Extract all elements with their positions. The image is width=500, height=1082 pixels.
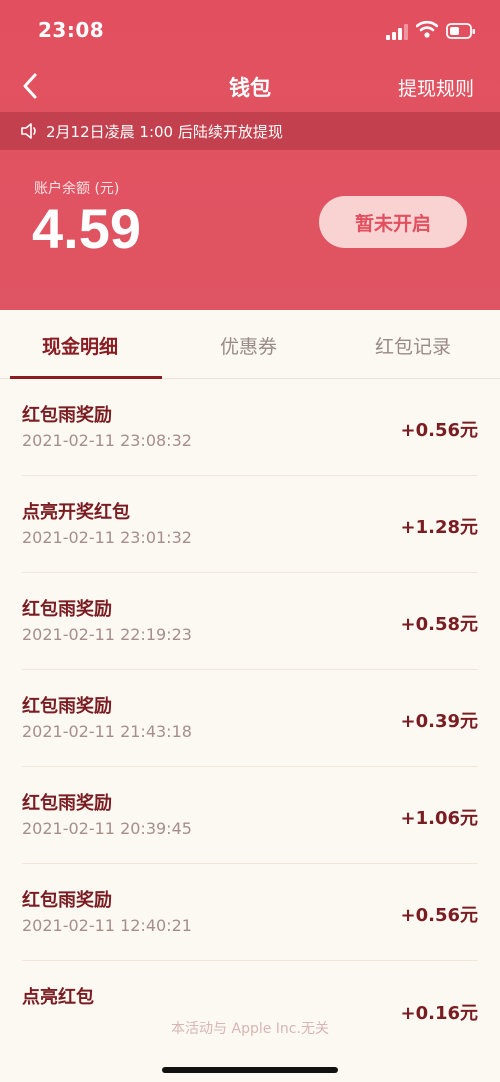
record-amount: +0.39元 — [400, 711, 479, 732]
record-title: 点亮红包 — [22, 987, 94, 1008]
list-item[interactable]: 点亮红包 +0.16元 — [22, 961, 478, 1057]
record-title: 红包雨奖励 — [22, 793, 112, 814]
record-date: 2021-02-11 20:39:45 — [22, 819, 192, 838]
record-date: 2021-02-11 23:01:32 — [22, 528, 192, 547]
tab-red-packet-records[interactable]: 红包记录 — [375, 332, 451, 359]
record-amount: +1.28元 — [400, 517, 479, 538]
status-time: 23:08 — [38, 18, 105, 42]
record-title: 红包雨奖励 — [22, 696, 112, 717]
battery-icon — [446, 23, 475, 39]
nav-bar: 钱包 提现规则 — [0, 62, 500, 110]
list-item[interactable]: 红包雨奖励 2021-02-11 12:40:21 +0.56元 — [22, 864, 478, 961]
list-item[interactable]: 红包雨奖励 2021-02-11 23:08:32 +0.56元 — [22, 379, 478, 476]
notice-text: 2月12日凌晨 1:00 后陆续开放提现 — [46, 123, 283, 141]
record-title: 红包雨奖励 — [22, 599, 112, 620]
list-item[interactable]: 红包雨奖励 2021-02-11 22:19:23 +0.58元 — [22, 573, 478, 670]
record-date: 2021-02-11 22:19:23 — [22, 625, 192, 644]
list-item[interactable]: 红包雨奖励 2021-02-11 20:39:45 +1.06元 — [22, 767, 478, 864]
record-title: 红包雨奖励 — [22, 405, 112, 426]
tab-coupons[interactable]: 优惠券 — [220, 332, 277, 359]
signal-icon — [386, 24, 408, 40]
record-amount: +1.06元 — [400, 808, 479, 829]
withdraw-button[interactable]: 暂未开启 — [319, 196, 467, 248]
tab-bar: 现金明细 优惠券 红包记录 — [0, 310, 500, 379]
status-bar: 23:08 — [0, 0, 500, 62]
record-title: 点亮开奖红包 — [22, 502, 130, 523]
balance-amount: 4.59 — [32, 197, 141, 260]
record-title: 红包雨奖励 — [22, 890, 112, 911]
record-amount: +0.56元 — [400, 905, 479, 926]
list-item[interactable]: 红包雨奖励 2021-02-11 21:43:18 +0.39元 — [22, 670, 478, 767]
wifi-icon — [416, 20, 438, 38]
notice-bar: 2月12日凌晨 1:00 后陆续开放提现 — [0, 112, 500, 150]
list-item[interactable]: 点亮开奖红包 2021-02-11 23:01:32 +1.28元 — [22, 476, 478, 573]
speaker-icon — [21, 123, 36, 139]
tab-cash-details[interactable]: 现金明细 — [42, 332, 118, 359]
record-date: 2021-02-11 21:43:18 — [22, 722, 192, 741]
record-amount: +0.58元 — [400, 614, 479, 635]
withdraw-rules-link[interactable]: 提现规则 — [398, 74, 474, 101]
disclaimer-text: 本活动与 Apple Inc.无关 — [171, 1021, 329, 1037]
record-date: 2021-02-11 12:40:21 — [22, 916, 192, 935]
cash-record-list: 红包雨奖励 2021-02-11 23:08:32 +0.56元 点亮开奖红包 … — [0, 379, 500, 1057]
balance-label: 账户余额 (元) — [34, 181, 120, 197]
home-indicator — [162, 1067, 338, 1073]
record-amount: +0.56元 — [400, 420, 479, 441]
record-date: 2021-02-11 23:08:32 — [22, 431, 192, 450]
wallet-header: 23:08 钱包 提现规则 2月12日凌晨 1:00 后陆续开放提现 账户余额 … — [0, 0, 500, 310]
